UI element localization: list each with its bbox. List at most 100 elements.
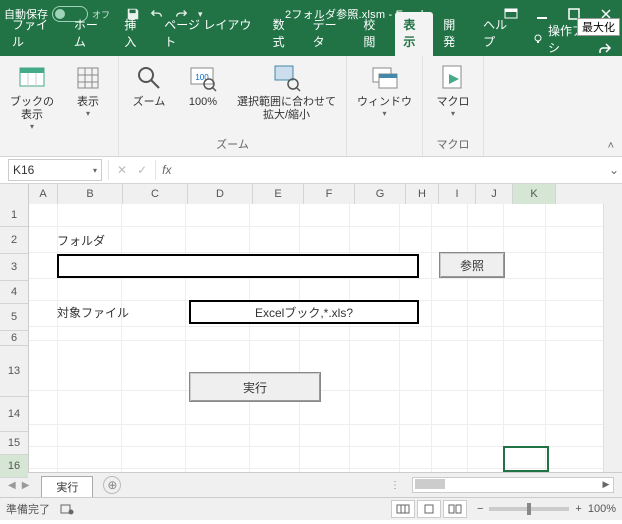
name-box-value: K16 xyxy=(13,163,34,177)
bulb-icon xyxy=(532,33,544,45)
window-icon xyxy=(369,62,401,94)
cells-area[interactable]: フォルダ 参照 対象ファイル Excelブック,*.xls? 実行 xyxy=(29,204,603,472)
group-views: ブックの 表示 ▾ 表示 ▾ xyxy=(0,56,119,156)
row-header[interactable]: 2 xyxy=(0,227,28,254)
formula-input[interactable] xyxy=(177,160,606,180)
save-icon[interactable] xyxy=(126,7,140,21)
share-icon[interactable] xyxy=(592,42,618,56)
maximize-tooltip: 最大化 xyxy=(577,18,620,36)
formula-expand-icon[interactable]: ⌄ xyxy=(606,163,622,177)
show-label: 表示 xyxy=(77,96,99,109)
folder-input-box[interactable] xyxy=(57,254,419,278)
ribbon-tabs: ファイル ホーム 挿入 ページ レイアウト 数式 データ 校閲 表示 開発 ヘル… xyxy=(0,28,622,56)
page-layout-view-button[interactable] xyxy=(417,500,441,518)
book-views-button[interactable]: ブックの 表示 ▾ xyxy=(6,60,58,134)
select-all-corner[interactable] xyxy=(0,184,29,205)
column-headers: A B C D E F G H I J K xyxy=(29,184,604,205)
col-header[interactable]: K xyxy=(513,184,556,204)
col-header[interactable]: E xyxy=(253,184,304,204)
worksheet-grid[interactable]: 1 2 3 4 5 6 13 14 15 16 フォルダ 参照 xyxy=(0,204,622,472)
sheet-nav[interactable]: ◀▶ xyxy=(0,480,37,491)
status-ready: 準備完了 xyxy=(6,501,50,517)
col-header[interactable]: C xyxy=(123,184,188,204)
group-macro-label: マクロ xyxy=(437,134,470,154)
macro-label: マクロ xyxy=(437,96,470,109)
tab-view[interactable]: 表示 xyxy=(395,12,433,56)
tab-help[interactable]: ヘルプ xyxy=(475,12,524,56)
horizontal-scrollbar[interactable]: ◀ ▶ xyxy=(412,477,614,493)
tab-review[interactable]: 校閲 xyxy=(355,12,393,56)
row-header[interactable]: 14 xyxy=(0,397,28,432)
group-zoom-label: ズーム xyxy=(216,134,249,154)
col-header[interactable]: F xyxy=(304,184,355,204)
workbook-views-icon xyxy=(16,62,48,94)
zoom-controls: − + 100% xyxy=(477,503,616,515)
row-header[interactable]: 13 xyxy=(0,346,28,397)
sheet-tab-bar: ◀▶ 実行 ⊕ ⋮ ◀ ▶ xyxy=(0,472,622,497)
zoom-level[interactable]: 100% xyxy=(588,503,616,515)
tab-data[interactable]: データ xyxy=(305,12,354,56)
tab-formulas[interactable]: 数式 xyxy=(265,12,303,56)
tab-file[interactable]: ファイル xyxy=(4,12,64,56)
col-header[interactable]: H xyxy=(406,184,439,204)
active-cell xyxy=(503,446,549,472)
row-header[interactable]: 15 xyxy=(0,432,28,455)
macro-icon xyxy=(437,62,469,94)
browse-button[interactable]: 参照 xyxy=(439,252,505,278)
zoom-selection-label: 選択範囲に合わせて 拡大/縮小 xyxy=(237,96,336,122)
ribbon-collapse-icon[interactable]: ˄ xyxy=(600,136,622,156)
autosave-state: オフ xyxy=(92,8,110,21)
qat-more-icon[interactable]: ▾ xyxy=(198,9,203,20)
zoom-icon xyxy=(133,62,165,94)
vertical-scrollbar[interactable] xyxy=(603,204,622,472)
run-button[interactable]: 実行 xyxy=(189,372,321,402)
zoom-button[interactable]: ズーム xyxy=(125,60,173,111)
tab-developer[interactable]: 開発 xyxy=(435,12,473,56)
show-button[interactable]: 表示 ▾ xyxy=(64,60,112,121)
zoom-out-button[interactable]: − xyxy=(477,503,483,515)
chevron-down-icon: ▾ xyxy=(30,122,34,132)
zoom-slider[interactable] xyxy=(489,507,569,511)
row-header[interactable]: 5 xyxy=(0,304,28,331)
row-header[interactable]: 6 xyxy=(0,331,28,346)
col-header[interactable]: B xyxy=(58,184,123,204)
group-window: ウィンドウ ▾ xyxy=(347,56,423,156)
enter-formula-icon[interactable]: ✓ xyxy=(137,163,147,177)
view-buttons xyxy=(391,500,467,518)
row-header[interactable]: 4 xyxy=(0,281,28,304)
col-header[interactable]: I xyxy=(439,184,476,204)
sheet-tab-run[interactable]: 実行 xyxy=(41,476,93,497)
show-icon xyxy=(72,62,104,94)
zoom-100-button[interactable]: 100 100% xyxy=(179,60,227,111)
chevron-down-icon: ▾ xyxy=(93,166,97,175)
row-header[interactable]: 3 xyxy=(0,254,28,281)
new-sheet-button[interactable]: ⊕ xyxy=(103,476,121,494)
minimize-icon[interactable] xyxy=(536,8,554,20)
zoom-selection-button[interactable]: 選択範囲に合わせて 拡大/縮小 xyxy=(233,60,340,124)
formula-bar: K16 ▾ ✕ ✓ fx ⌄ xyxy=(0,157,622,184)
chevron-down-icon: ▾ xyxy=(451,109,455,119)
target-file-label: 対象ファイル xyxy=(57,304,129,321)
row-header[interactable]: 1 xyxy=(0,204,28,227)
col-header[interactable]: G xyxy=(355,184,406,204)
page-break-view-button[interactable] xyxy=(443,500,467,518)
redo-icon[interactable] xyxy=(174,7,188,21)
macro-record-icon[interactable] xyxy=(60,503,74,515)
undo-icon[interactable] xyxy=(150,7,164,21)
fx-label[interactable]: fx xyxy=(156,163,177,177)
tab-page-layout[interactable]: ページ レイアウト xyxy=(156,12,262,56)
col-header[interactable]: A xyxy=(29,184,58,204)
target-file-box[interactable]: Excelブック,*.xls? xyxy=(189,300,419,324)
macro-button[interactable]: マクロ ▾ xyxy=(429,60,477,121)
name-box[interactable]: K16 ▾ xyxy=(8,159,102,181)
col-header[interactable]: D xyxy=(188,184,253,204)
cancel-formula-icon[interactable]: ✕ xyxy=(117,163,127,177)
zoom-selection-icon xyxy=(271,62,303,94)
row-header[interactable]: 16 xyxy=(0,455,28,478)
chevron-down-icon: ▾ xyxy=(382,109,386,119)
normal-view-button[interactable] xyxy=(391,500,415,518)
window-button[interactable]: ウィンドウ ▾ xyxy=(353,60,416,121)
col-header[interactable]: J xyxy=(476,184,513,204)
zoom-in-button[interactable]: + xyxy=(575,503,581,515)
row-headers: 1 2 3 4 5 6 13 14 15 16 xyxy=(0,204,29,472)
